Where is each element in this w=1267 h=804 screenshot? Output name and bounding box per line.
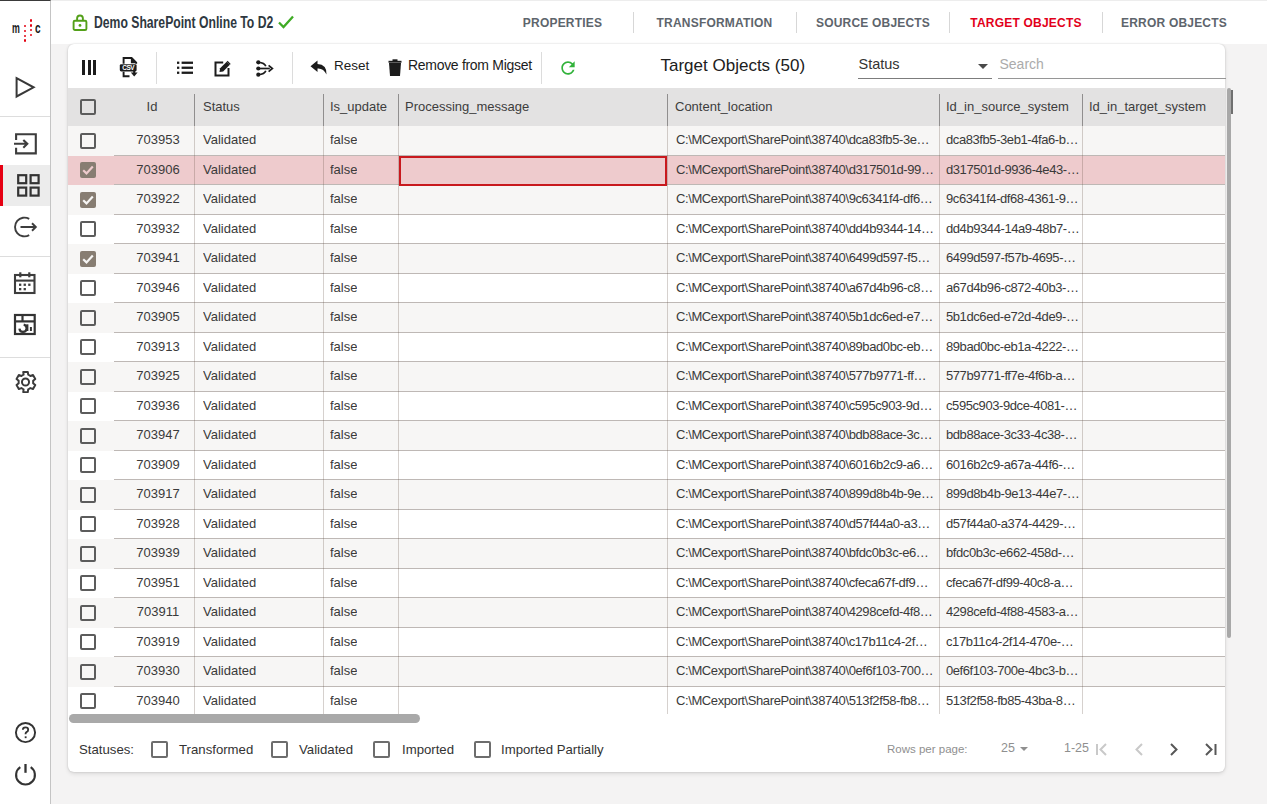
svg-text:CSV: CSV [122, 64, 135, 71]
